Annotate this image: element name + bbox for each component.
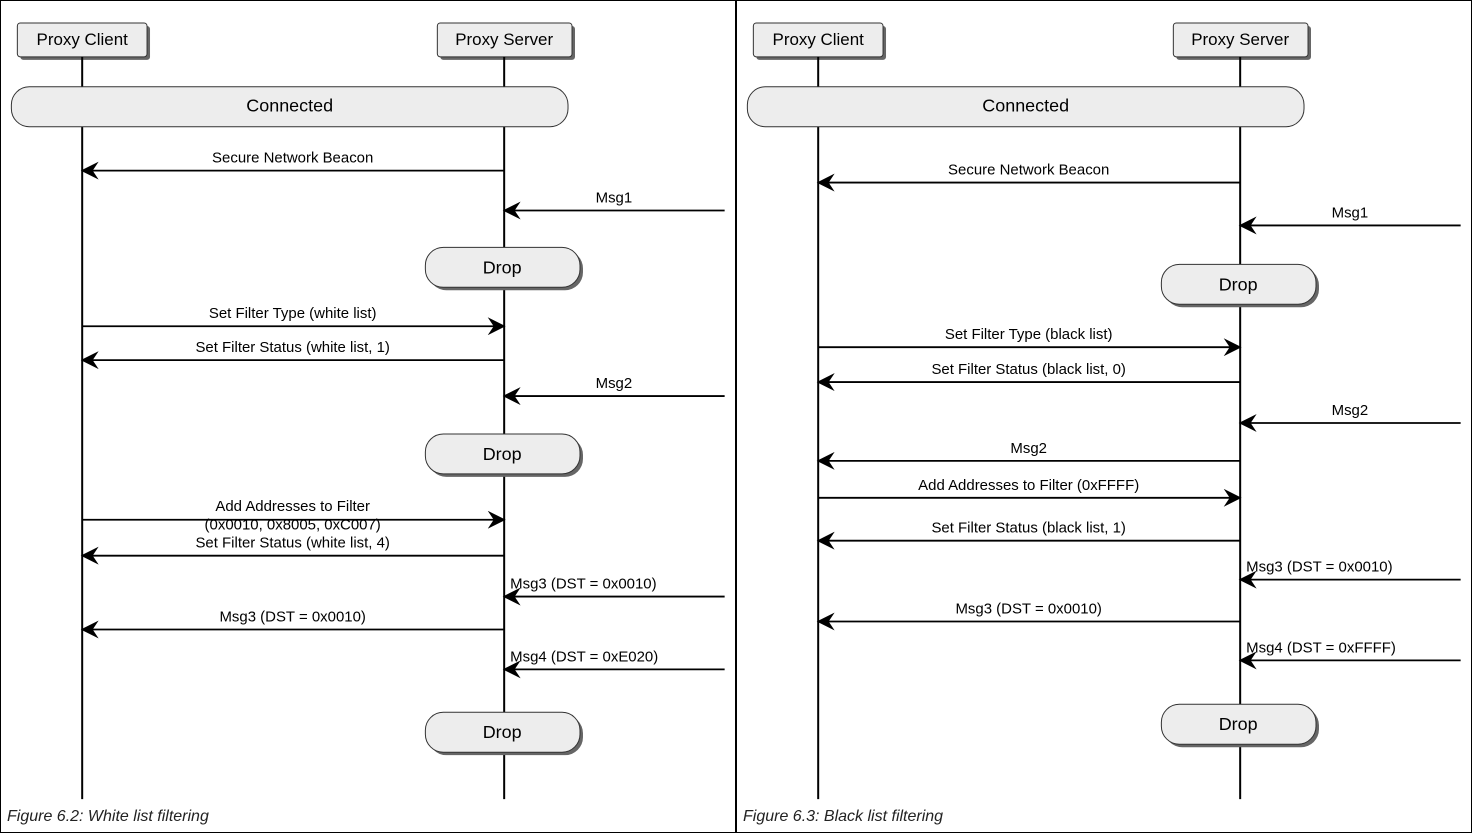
diagram-left: Proxy Client Proxy Server Connected Secu… [0,0,736,833]
right-caption: Figure 6.3: Black list filtering [743,808,943,826]
left-client-label: Proxy Client [37,30,129,49]
left-msg3-int: Msg3 (DST = 0x0010) [219,609,365,626]
right-drop-2: Drop [1219,714,1258,734]
right-msg3-int: Msg3 (DST = 0x0010) [955,601,1101,618]
right-msg2-int: Msg2 [1010,440,1047,457]
right-set-filter-status-1: Set Filter Status (black list, 1) [931,520,1125,537]
left-set-filter-status-4: Set Filter Status (white list, 4) [195,535,389,552]
right-server-label: Proxy Server [1191,30,1289,49]
right-beacon: Secure Network Beacon [948,162,1109,179]
right-msg2-ext: Msg2 [1332,402,1369,419]
right-set-filter-status-0: Set Filter Status (black list, 0) [931,361,1125,378]
right-state: Connected [982,96,1069,116]
left-drop-1: Drop [483,257,522,277]
left-add-addr-2: (0x0010, 0x8005, 0xC007) [205,517,381,534]
left-svg: Proxy Client Proxy Server Connected Secu… [1,1,735,832]
right-drop-1: Drop [1219,274,1258,294]
right-msg3-ext: Msg3 (DST = 0x0010) [1246,559,1392,576]
left-drop-3: Drop [483,722,522,742]
left-beacon: Secure Network Beacon [212,150,373,167]
left-msg2: Msg2 [596,375,633,392]
right-add-addr: Add Addresses to Filter (0xFFFF) [918,477,1139,494]
diagram-right: Proxy Client Proxy Server Connected Secu… [736,0,1472,833]
left-add-addr-1: Add Addresses to Filter [215,498,370,515]
right-client-label: Proxy Client [773,30,865,49]
left-server-label: Proxy Server [455,30,553,49]
left-set-filter-type: Set Filter Type (white list) [209,305,377,322]
left-caption: Figure 6.2: White list filtering [7,808,209,826]
left-state: Connected [246,96,333,116]
right-msg1: Msg1 [1332,204,1369,221]
left-msg3-ext: Msg3 (DST = 0x0010) [510,576,656,593]
left-drop-2: Drop [483,444,522,464]
right-set-filter-type: Set Filter Type (black list) [945,326,1113,343]
left-set-filter-status-1: Set Filter Status (white list, 1) [195,339,389,356]
right-svg: Proxy Client Proxy Server Connected Secu… [737,1,1471,832]
right-msg4-ext: Msg4 (DST = 0xFFFF) [1246,639,1396,656]
left-msg4-ext: Msg4 (DST = 0xE020) [510,648,658,665]
left-msg1: Msg1 [596,190,633,207]
